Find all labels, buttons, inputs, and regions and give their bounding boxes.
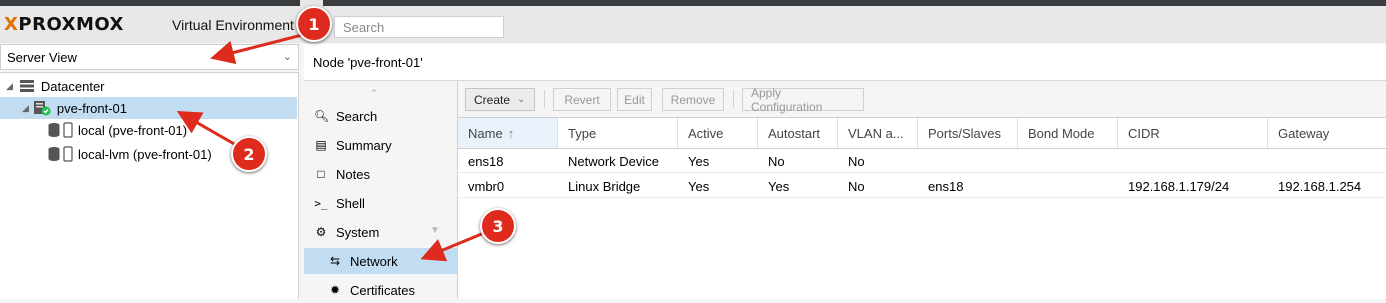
annotation-arrows (176, 33, 485, 262)
arrow-1 (210, 33, 303, 65)
arrow-3 (420, 231, 485, 262)
step-marker-1: 1 (296, 6, 332, 42)
arrow-2 (176, 111, 237, 147)
step-marker-2: 2 (231, 136, 267, 172)
step-marker-3: 3 (480, 208, 516, 244)
